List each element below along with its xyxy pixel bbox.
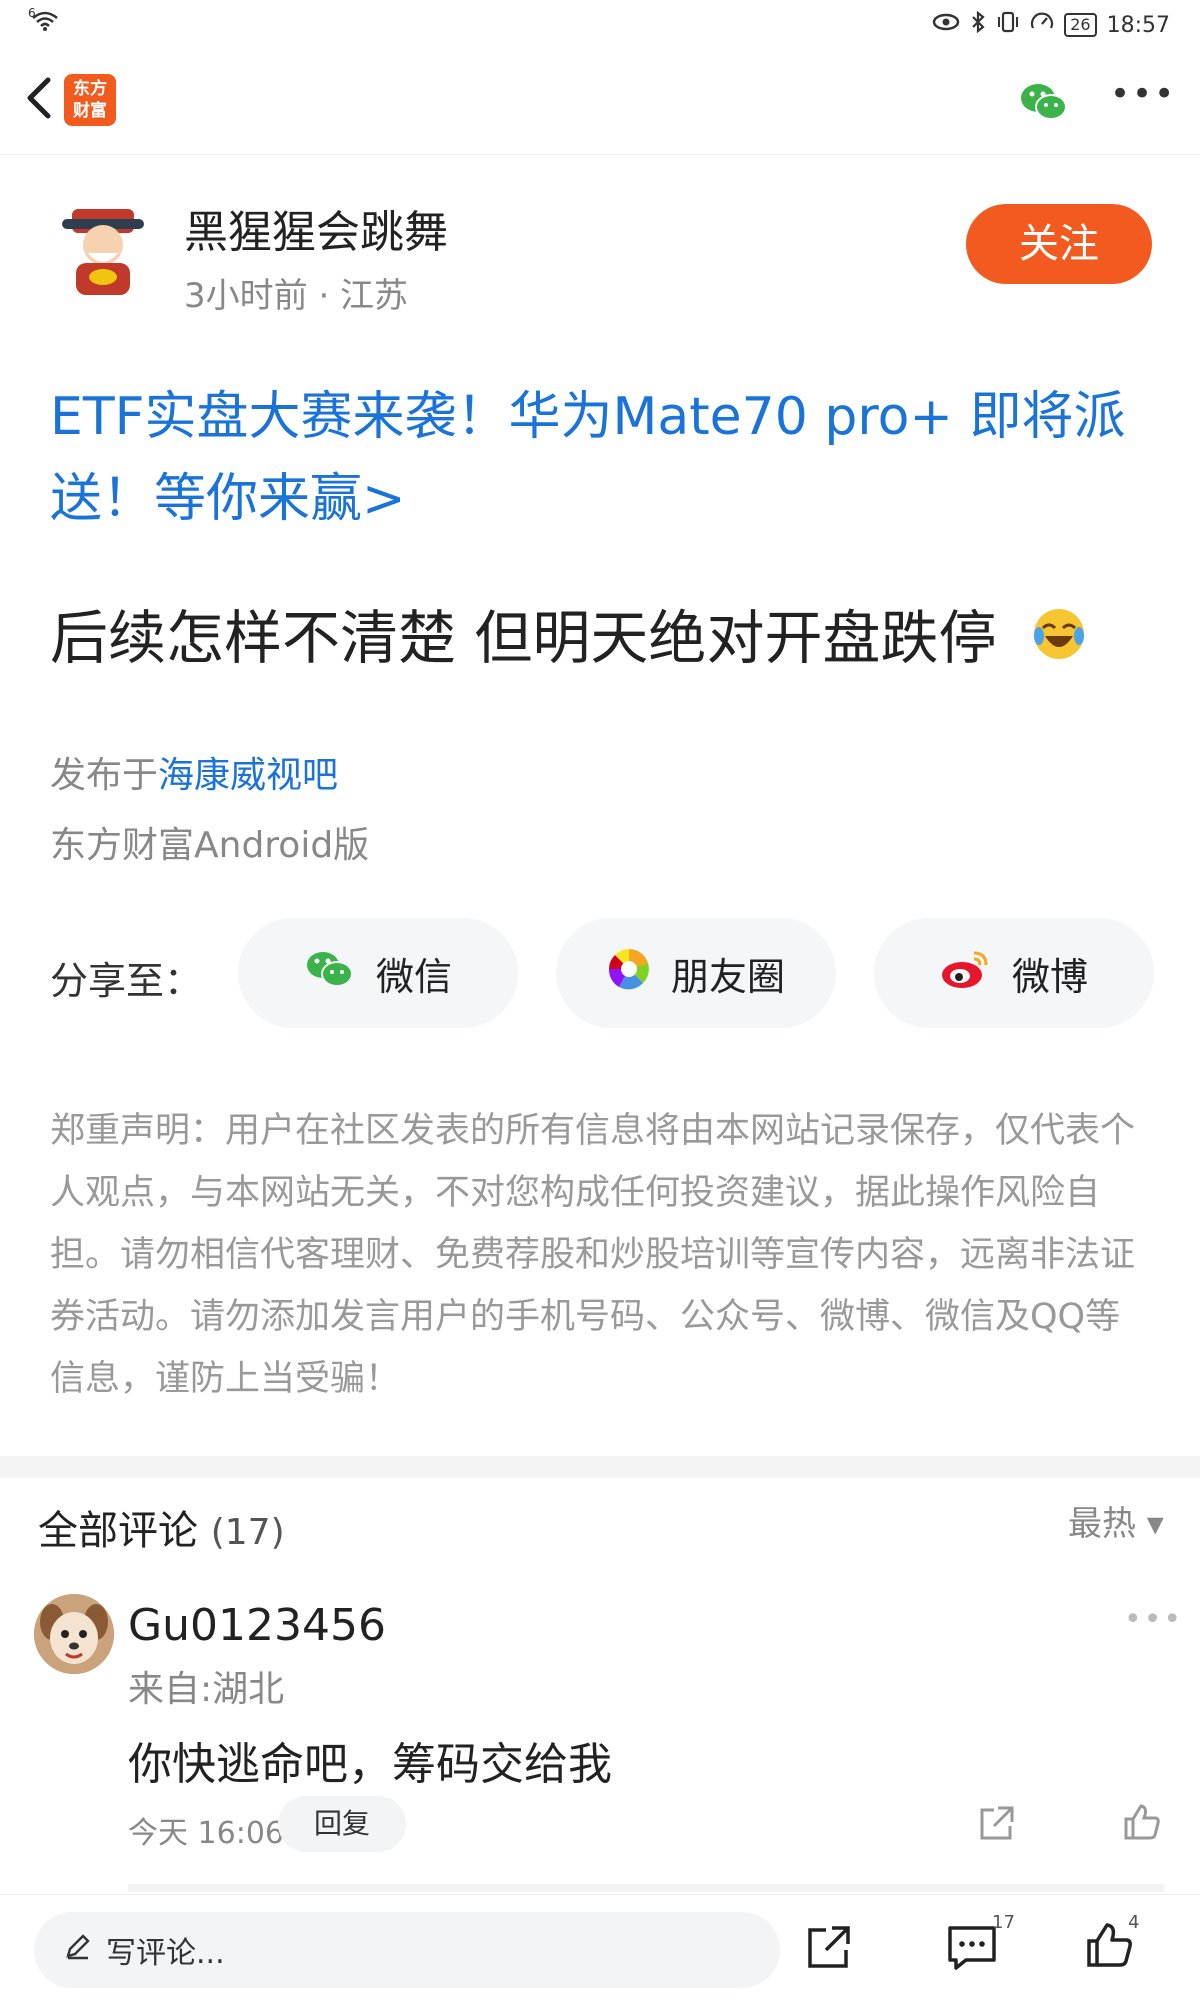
wechat-icon xyxy=(304,947,356,1000)
post-content: 后续怎样不清楚 但明天绝对开盘跌停 xyxy=(50,598,1170,682)
bar-link[interactable]: 海康威视吧 xyxy=(158,755,338,796)
app-logo[interactable]: 东方 财富 xyxy=(64,74,116,126)
reply-preview-strip xyxy=(128,1884,1164,1892)
reply-button[interactable]: 回复 xyxy=(278,1796,406,1852)
write-comment-placeholder: 写评论... xyxy=(106,1936,225,1971)
published-in: 发布于海康威视吧 xyxy=(50,746,338,798)
share-weibo-label: 微博 xyxy=(1011,954,1088,999)
wifi-icon: 6 xyxy=(28,6,60,37)
like-icon[interactable] xyxy=(1084,1920,1134,1970)
speed-icon xyxy=(1030,11,1054,39)
share-icon[interactable] xyxy=(804,1924,852,1972)
battery-indicator: 26 xyxy=(1064,13,1097,37)
share-moments-button[interactable]: 朋友圈 xyxy=(556,918,836,1028)
promo-link[interactable]: ETF实盘大赛来袭！华为Mate70 pro+ 即将派送！等你来赢> xyxy=(50,376,1160,540)
commenter-location: 来自:湖北 xyxy=(128,1669,285,1710)
back-button[interactable] xyxy=(14,66,64,130)
wechat-share-icon[interactable] xyxy=(1018,78,1070,126)
more-options-icon[interactable]: ••• xyxy=(1110,74,1174,126)
comment-icon[interactable] xyxy=(946,1924,998,1972)
comments-count: (17) xyxy=(210,1512,285,1553)
vibrate-icon xyxy=(996,11,1020,39)
clock: 18:57 xyxy=(1106,12,1170,38)
comments-header: 全部评论 (17) xyxy=(38,1498,285,1556)
post-meta: 3小时前 · 江苏 xyxy=(184,276,409,316)
status-bar: 6 26 18:57 xyxy=(0,0,1200,48)
network-label: 6 xyxy=(28,6,36,20)
bluetooth-icon xyxy=(970,10,986,40)
laughing-crying-emoji-icon xyxy=(1031,602,1087,682)
nav-bar: 东方 财富 ••• xyxy=(0,48,1200,155)
author-avatar[interactable] xyxy=(58,205,148,301)
share-weibo-button[interactable]: 微博 xyxy=(874,918,1154,1028)
disclaimer: 郑重声明：用户在社区发表的所有信息将由本网站记录保存，仅代表个人观点，与本网站无… xyxy=(50,1111,1136,1399)
logo-line-2: 财富 xyxy=(73,101,107,121)
like-count-badge: 4 xyxy=(1128,1912,1140,1933)
comments-title: 全部评论 xyxy=(38,1508,198,1554)
follow-button[interactable]: 关注 xyxy=(966,204,1152,284)
logo-line-1: 东方 xyxy=(73,79,107,99)
moments-icon xyxy=(607,947,651,1000)
commenter-name[interactable]: Gu0123456 xyxy=(128,1600,386,1651)
write-comment-input[interactable]: 写评论... xyxy=(34,1912,780,1988)
sort-dropdown[interactable]: 最热 ▾ xyxy=(1068,1496,1164,1545)
comment-share-icon[interactable] xyxy=(976,1804,1016,1844)
share-wechat-button[interactable]: 微信 xyxy=(238,918,518,1028)
comment-time: 今天 16:06 xyxy=(128,1816,284,1851)
eye-icon xyxy=(932,12,960,38)
weibo-icon xyxy=(940,947,992,1000)
comment-text: 你快逃命吧，筹码交给我 xyxy=(128,1739,612,1790)
author-name[interactable]: 黑猩猩会跳舞 xyxy=(184,196,448,260)
share-label: 分享至： xyxy=(50,959,203,1003)
share-wechat-label: 微信 xyxy=(375,954,452,999)
post-text: 后续怎样不清楚 但明天绝对开盘跌停 xyxy=(50,604,997,672)
published-prefix: 发布于 xyxy=(50,755,159,796)
commenter-avatar[interactable] xyxy=(34,1594,114,1674)
share-moments-label: 朋友圈 xyxy=(670,954,785,999)
pencil-icon xyxy=(64,1932,92,1968)
comment-count-badge: 17 xyxy=(992,1912,1015,1933)
section-divider xyxy=(0,1456,1200,1478)
comment-more-icon[interactable]: ••• xyxy=(1124,1602,1183,1637)
client-source: 东方财富Android版 xyxy=(50,825,370,866)
comment-like-icon[interactable] xyxy=(1122,1802,1162,1842)
